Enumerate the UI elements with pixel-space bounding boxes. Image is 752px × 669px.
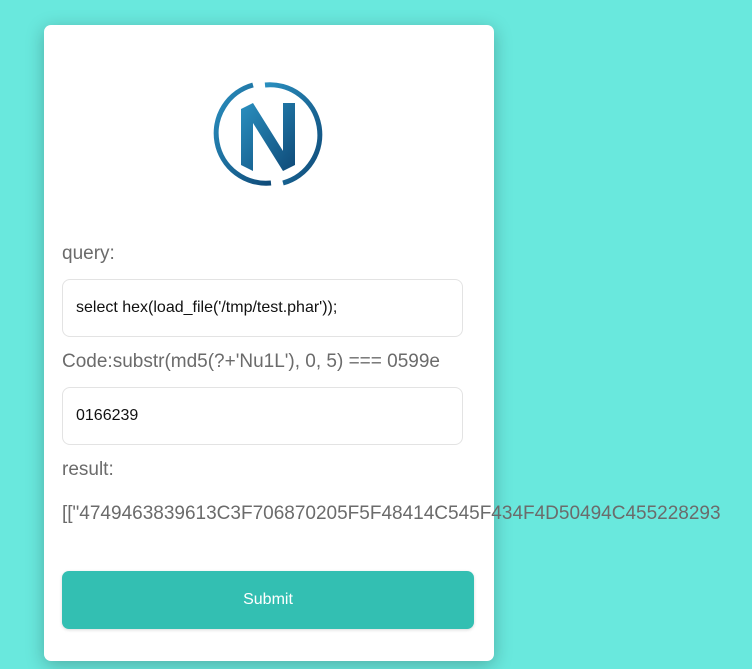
result-label: result:: [62, 459, 114, 480]
result-output: [["4749463839613C3F706870205F5F48414C545…: [62, 503, 721, 524]
n-circle-logo-icon: [213, 82, 323, 186]
code-input[interactable]: [62, 387, 463, 445]
login-card: query: Code:substr(md5(?+'Nu1L'), 0, 5) …: [44, 25, 721, 661]
query-input[interactable]: [62, 279, 463, 337]
query-label: query:: [62, 243, 115, 264]
code-label: Code:substr(md5(?+'Nu1L'), 0, 5) === 059…: [62, 351, 440, 372]
submit-button[interactable]: Submit: [62, 571, 474, 629]
